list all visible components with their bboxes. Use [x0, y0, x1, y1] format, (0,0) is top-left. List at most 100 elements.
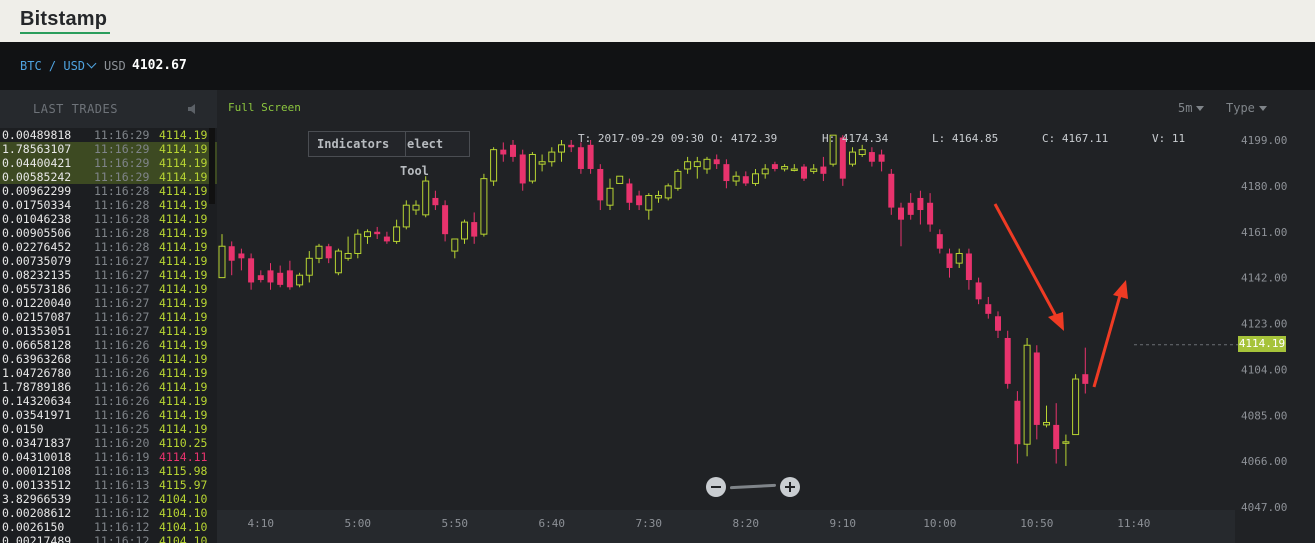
x-tick-label: 11:40 [1117, 517, 1150, 530]
candle-body-up [606, 187, 614, 206]
candle-body-down [878, 154, 885, 162]
candle-body-down [898, 207, 904, 220]
candle-body-down [228, 246, 235, 261]
chart-type-label[interactable]: Type [1226, 101, 1255, 115]
candle-body-up [732, 175, 740, 182]
candle-body-down [587, 144, 594, 169]
candle-body-down [1004, 337, 1011, 384]
candle-body-down [888, 173, 895, 208]
ohlc-volume: V: 11 [1152, 132, 1186, 145]
candle-body-down [713, 159, 720, 165]
candle-body-up [558, 144, 565, 153]
candle-body-down [936, 234, 943, 249]
candle-body-up [1043, 421, 1050, 426]
tool-button[interactable]: Tool [400, 164, 429, 178]
candle-body-up [344, 252, 352, 259]
y-tick-label: 4199.00 [1241, 134, 1287, 147]
interval-selector[interactable]: 5m [1178, 101, 1205, 115]
candle-body-up [664, 185, 672, 199]
candle-body-down [927, 202, 934, 225]
ohlc-time: T: 2017-09-29 09:30 [578, 132, 704, 145]
candle-body-up [655, 195, 662, 199]
y-tick-label: 4123.00 [1241, 318, 1287, 331]
candle-body-down [577, 147, 584, 169]
indicators-select[interactable]: elect [407, 137, 443, 151]
candle-body-down [1082, 374, 1089, 384]
candle-body-up [490, 149, 498, 182]
candle-body-up [703, 158, 711, 170]
candle-body-up [645, 195, 653, 211]
candle-body-up [858, 149, 866, 155]
candle-body-down [636, 195, 643, 206]
candle-body-down [965, 253, 972, 281]
annotation-arrow-up [1092, 291, 1123, 388]
x-tick-label: 7:30 [636, 517, 663, 530]
candle-body-up [422, 180, 430, 216]
candle-body-down [248, 258, 255, 283]
candle-body-down [519, 154, 526, 184]
candle-body-up [480, 178, 488, 235]
candle-body-up [955, 252, 963, 264]
chart-type-selector[interactable]: Type [1226, 101, 1267, 115]
candle-body-up [1023, 344, 1031, 445]
candle-body-up [810, 168, 818, 172]
candle-body-down [1033, 352, 1040, 425]
x-tick-label: 5:50 [442, 517, 469, 530]
full-screen-button[interactable]: Full Screen [228, 101, 301, 114]
y-tick-label: 4104.00 [1241, 363, 1287, 376]
y-tick-label: 4180.00 [1241, 180, 1287, 193]
annotation-arrow-down [993, 203, 1060, 321]
candle-body-up [451, 238, 459, 252]
candle-body-up [461, 221, 468, 240]
candle-body-up [761, 168, 769, 175]
candle-body-down [771, 164, 778, 169]
candle-body-up [616, 175, 624, 184]
indicators-divider [405, 131, 406, 157]
interval-label[interactable]: 5m [1178, 101, 1192, 115]
candle-body-down [267, 270, 274, 283]
candle-body-up [305, 257, 313, 276]
ohlc-low: L: 4164.85 [932, 132, 999, 145]
candle-body-up [693, 161, 701, 168]
candle-body-up [296, 274, 304, 286]
caret-down-icon[interactable] [1196, 106, 1205, 111]
ohlc-open: O: 4172.39 [711, 132, 778, 145]
annotation-arrowhead-up [1113, 280, 1128, 299]
candle-body-down [1053, 424, 1060, 450]
candle-body-down [277, 272, 284, 285]
candle-body-down [742, 176, 749, 184]
candle-body-up [684, 161, 692, 170]
candlestick-chart[interactable]: 4199.00 4180.00 4161.00 4142.00 4123.00 4104.… [0, 0, 1315, 543]
candle-body-down [286, 270, 293, 288]
x-tick-label: 6:40 [539, 517, 566, 530]
caret-down-icon[interactable] [1258, 106, 1267, 111]
candle-body-down [432, 197, 439, 206]
candle-body-up [674, 170, 682, 189]
zoom-in-icon[interactable] [780, 477, 800, 497]
y-tick-label: 4142.00 [1241, 272, 1287, 285]
candle-body-up [538, 161, 546, 165]
candle-body-up [354, 233, 362, 254]
candle-body-down [917, 197, 924, 211]
candle-body-down [985, 304, 992, 314]
candle-body-up [1062, 441, 1070, 444]
candle-body-down [510, 144, 516, 157]
candle-body-up [393, 226, 401, 242]
x-tick-label: 9:10 [830, 517, 857, 530]
current-price-tag: 4114.19 [1238, 336, 1286, 352]
candle-body-up [781, 166, 789, 170]
x-tick-label: 8:20 [733, 517, 760, 530]
candle-body-down [500, 149, 507, 155]
indicators-button[interactable]: Indicators [317, 137, 389, 151]
candle-body-up [218, 245, 226, 279]
candle-body-up [752, 173, 759, 184]
ohlc-high: H: 4174.34 [822, 132, 889, 145]
ohlc-close: C: 4167.11 [1042, 132, 1109, 145]
candle-body-down [471, 222, 478, 237]
candle-body-down [238, 253, 245, 259]
candle-body-down [442, 205, 449, 235]
candle-body-down [383, 236, 390, 242]
zoom-out-icon[interactable] [706, 477, 726, 497]
candle-body-up [548, 151, 556, 163]
candle-body-up [364, 231, 371, 238]
